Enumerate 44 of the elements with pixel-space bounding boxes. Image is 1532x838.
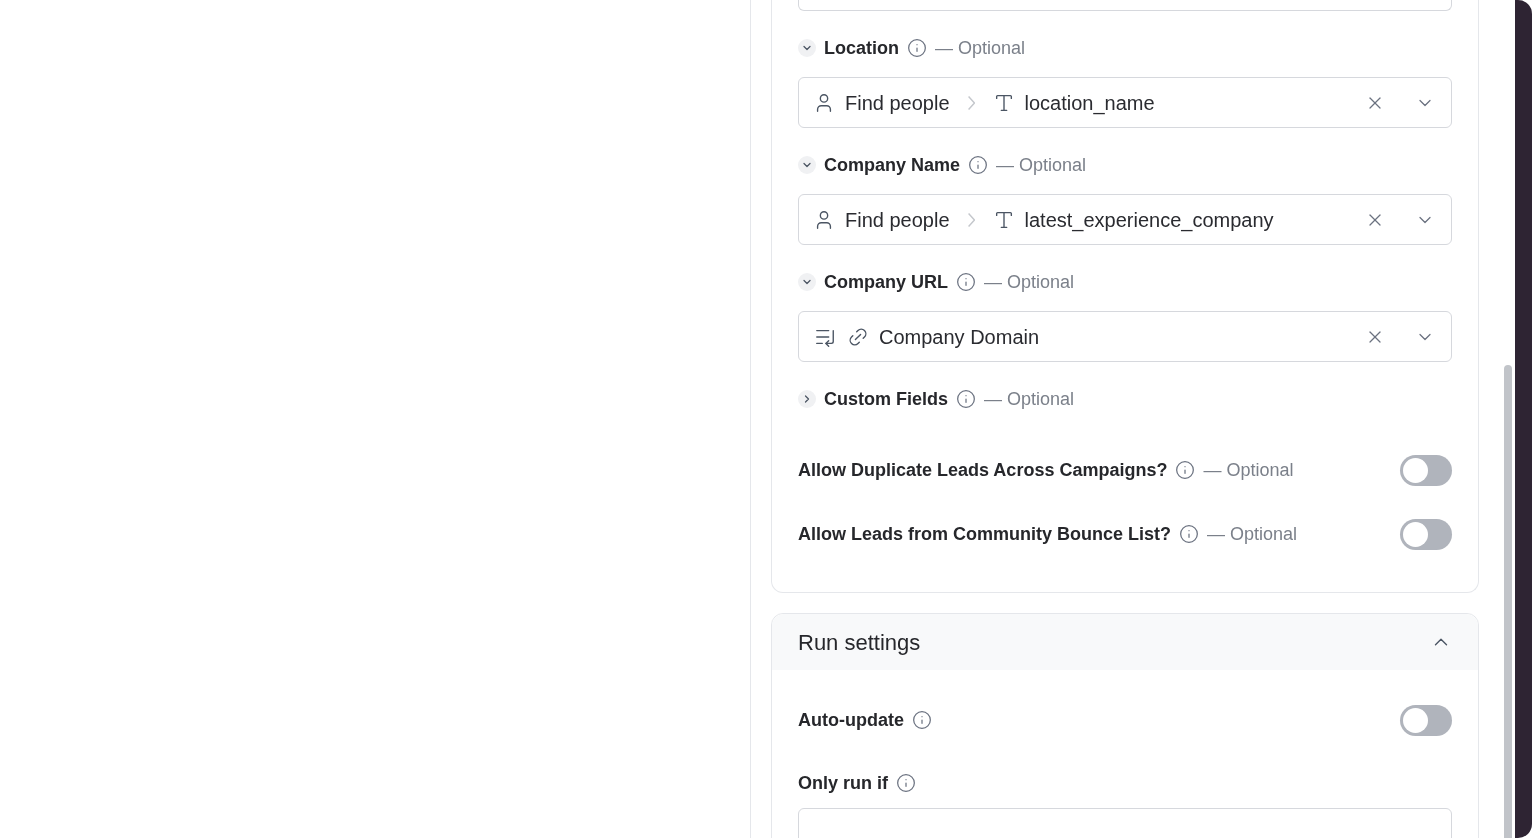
- toggle-switch[interactable]: [1400, 454, 1452, 486]
- source-name: Find people: [845, 207, 950, 233]
- info-icon[interactable]: [896, 773, 916, 793]
- info-icon[interactable]: [956, 389, 976, 409]
- info-icon[interactable]: [968, 155, 989, 175]
- column-name: location_name: [1024, 90, 1155, 117]
- optional-label: — Optional: [996, 153, 1087, 177]
- field-label: Location: [824, 36, 899, 60]
- input-field[interactable]: [798, 0, 1452, 11]
- mapped-value-select[interactable]: Find people latest_experience_company: [798, 194, 1452, 245]
- expand-toggle[interactable]: [798, 273, 816, 291]
- setting-label: Auto-update: [798, 708, 904, 732]
- scrollbar-thumb[interactable]: [1504, 365, 1512, 838]
- expand-toggle[interactable]: [798, 390, 816, 408]
- info-icon[interactable]: [907, 38, 927, 58]
- condition-input-field[interactable]: [798, 808, 1452, 838]
- info-icon[interactable]: [956, 272, 976, 292]
- expand-toggle[interactable]: [798, 39, 816, 57]
- info-icon[interactable]: [1179, 524, 1200, 544]
- field-label: Company URL: [824, 270, 948, 294]
- optional-label: — Optional: [984, 387, 1075, 411]
- column-name: latest_experience_company: [1024, 207, 1274, 234]
- info-icon[interactable]: [912, 710, 932, 730]
- section-title: Run settings: [798, 628, 921, 657]
- mapped-value-select[interactable]: Find people location_name: [798, 77, 1452, 128]
- toggle-switch[interactable]: [1400, 704, 1452, 736]
- mapped-value-select[interactable]: Company Domain: [798, 311, 1452, 362]
- optional-label: — Optional: [935, 36, 1026, 60]
- optional-label: — Optional: [1203, 458, 1294, 482]
- field-label: Company Name: [824, 153, 961, 177]
- setting-label: Only run if: [798, 771, 888, 795]
- chevron-right-icon: [967, 212, 975, 227]
- setting-label: Allow Duplicate Leads Across Campaigns?: [798, 458, 1168, 482]
- optional-label: — Optional: [984, 270, 1075, 294]
- expand-toggle[interactable]: [798, 156, 816, 174]
- toggle-switch[interactable]: [1400, 518, 1452, 550]
- source-name: Find people: [845, 90, 950, 116]
- setting-label: Allow Leads from Community Bounce List?: [798, 522, 1172, 546]
- column-name: Company Domain: [879, 324, 1040, 350]
- field-label: Custom Fields: [824, 387, 948, 411]
- info-icon[interactable]: [1175, 460, 1196, 480]
- optional-label: — Optional: [1207, 522, 1298, 546]
- run-settings-header[interactable]: Run settings: [772, 614, 1478, 670]
- chevron-right-icon: [967, 95, 975, 110]
